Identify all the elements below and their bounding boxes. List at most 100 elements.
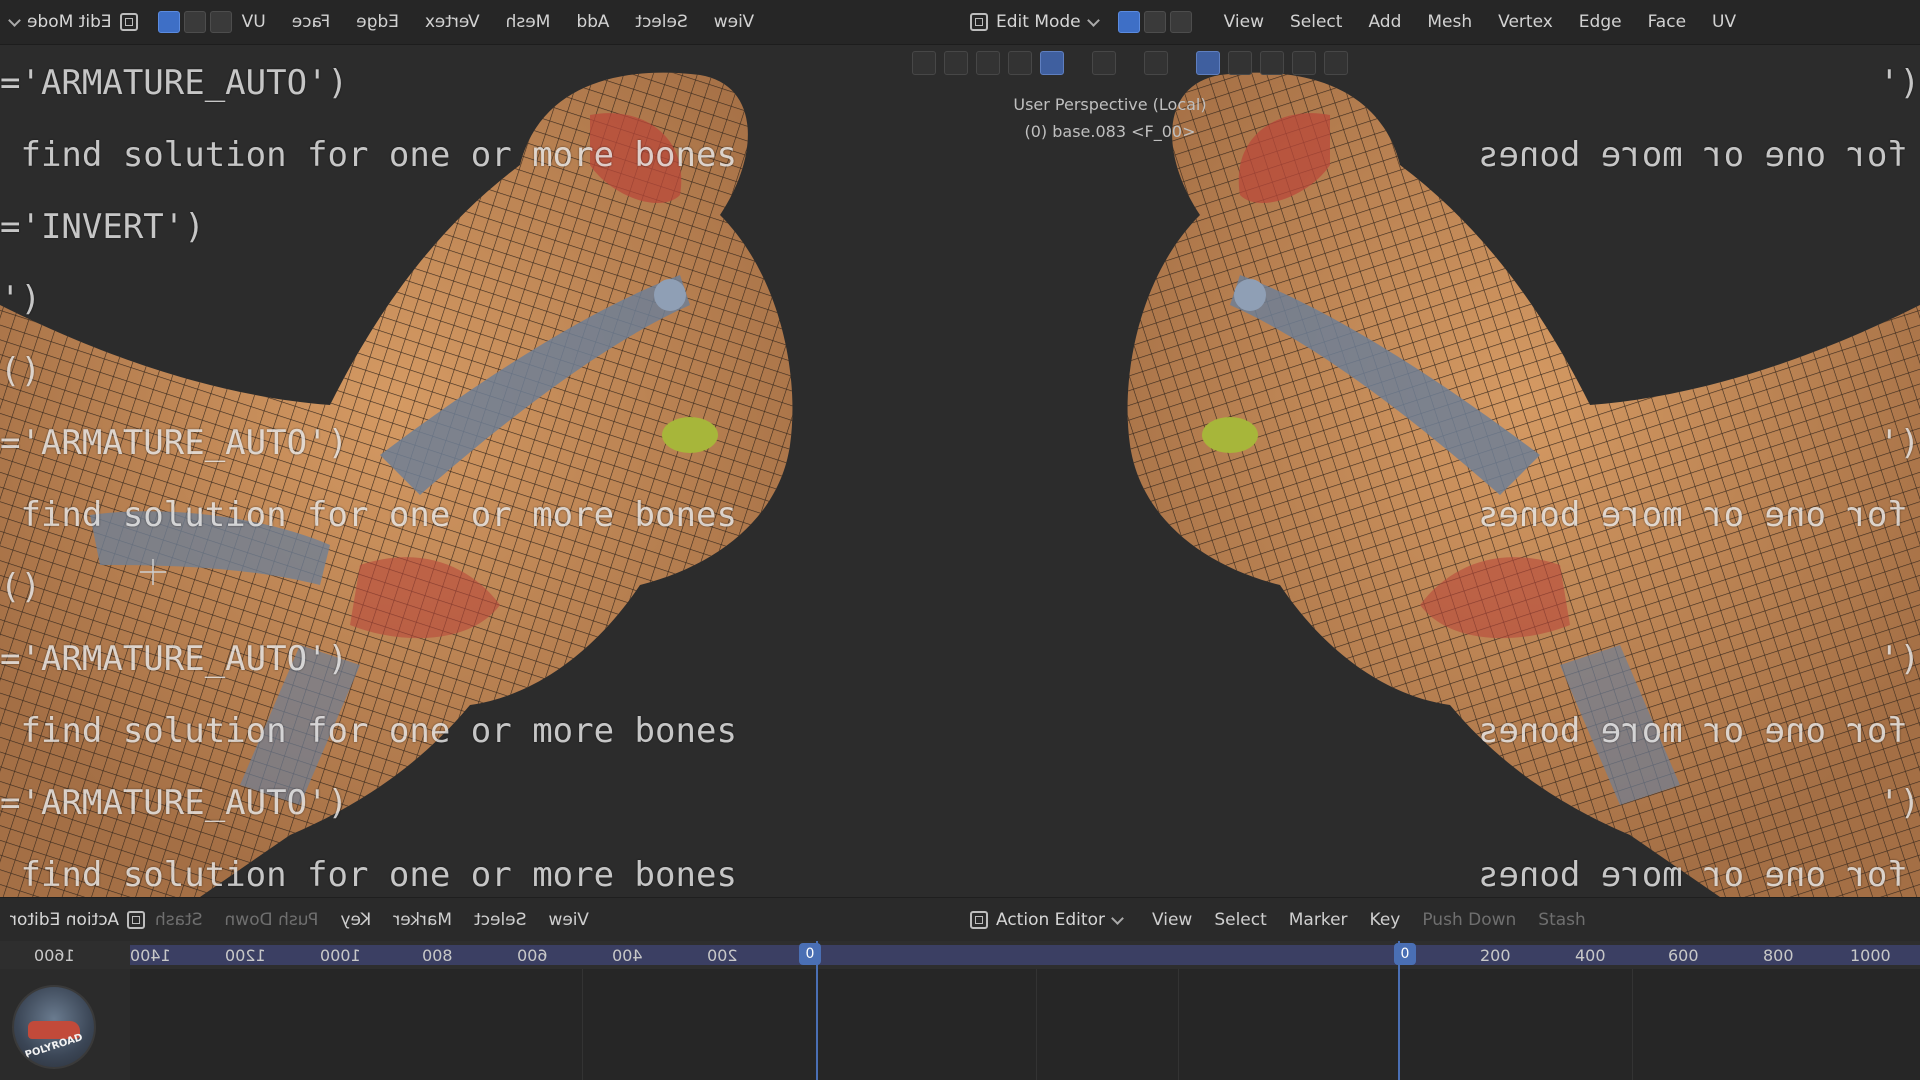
console-line: '): [0, 279, 41, 319]
menu-vertex[interactable]: Vertex: [1498, 12, 1553, 32]
action-editor-dropdown[interactable]: Action Editor: [960, 905, 1132, 935]
menu-mesh[interactable]: Mesh: [1427, 12, 1472, 32]
tl-view[interactable]: View: [1152, 910, 1192, 930]
ruler-tick-mirrored: 200: [707, 946, 738, 965]
ruler-tick: 800: [1763, 946, 1794, 965]
header: Edit Mode View Select Add Mesh Vertex Ed…: [960, 0, 1920, 44]
menu-uv-mirrored[interactable]: UV: [242, 12, 266, 32]
mode-label: Edit Mode: [996, 12, 1081, 32]
select-box-icon[interactable]: [912, 51, 936, 75]
mode-label-mirrored: Edit Mode: [27, 12, 112, 32]
vertex-select-icon[interactable]: [1117, 11, 1140, 33]
ruler-tick-mirrored: 400: [612, 946, 643, 965]
grid-line: [1632, 969, 1633, 1080]
ruler-tick-mirrored: 1200: [225, 946, 266, 965]
cat-mesh-right: [1127, 72, 1920, 897]
edit-mode-icon: [970, 13, 988, 31]
select-subtract-icon[interactable]: [976, 51, 1000, 75]
select-intersect-icon[interactable]: [1040, 51, 1064, 75]
mode-difference-icon[interactable]: [1292, 51, 1316, 75]
console-line: find solution for one or more bones: [0, 711, 737, 751]
timeline-header-right: Action Editor View Select Marker Key Pus…: [960, 898, 1920, 942]
channel-avatar: POLYROAD: [12, 985, 96, 1069]
edge-select-icon[interactable]: [1143, 11, 1166, 33]
tl-stash-mirrored[interactable]: Stash: [155, 910, 203, 930]
console-line: ='INVERT'): [0, 207, 205, 247]
edit-mode-icon: [119, 13, 138, 31]
action-editor-dropdown-mirrored[interactable]: Action Editor: [0, 905, 155, 935]
ruler-tick: 200: [1480, 946, 1511, 965]
vertex-select-icon[interactable]: [209, 11, 232, 33]
next-icon[interactable]: [1144, 51, 1168, 75]
select-invert-icon[interactable]: [1008, 51, 1032, 75]
console-line: (): [0, 567, 41, 607]
action-editor-label: Action Editor: [996, 910, 1105, 930]
ruler-tick-mirrored: 1000: [320, 946, 361, 965]
console-line: (): [0, 351, 41, 391]
menu-mesh-mirrored[interactable]: Mesh: [506, 12, 551, 32]
menu-vertex-mirrored[interactable]: Vertex: [425, 12, 480, 32]
grid-line: [1036, 969, 1037, 1080]
tl-key-mirrored[interactable]: Key: [340, 910, 371, 930]
mode-subtract-icon[interactable]: [1260, 51, 1284, 75]
ruler-strip: [130, 945, 1920, 965]
tl-stash[interactable]: Stash: [1538, 910, 1586, 930]
mode-dropdown[interactable]: Edit Mode: [960, 7, 1108, 37]
dopesheet-area[interactable]: [0, 969, 1920, 1080]
tl-push-down[interactable]: Push Down: [1422, 910, 1516, 930]
menu-face-mirrored[interactable]: Face: [292, 12, 330, 32]
tl-view-mirrored[interactable]: View: [548, 910, 588, 930]
menu-select[interactable]: Select: [1290, 12, 1342, 32]
console-line: find solution for one or more bones: [0, 855, 737, 895]
menu-face[interactable]: Face: [1648, 12, 1686, 32]
action-editor-icon: [126, 911, 145, 929]
face-select-icon[interactable]: [1169, 11, 1192, 33]
select-extend-icon[interactable]: [944, 51, 968, 75]
select-mode-group-mirrored: [148, 11, 242, 33]
console-line: find solution for one or more bones: [0, 495, 737, 535]
viewport-tool-row: [912, 48, 1348, 78]
tl-key[interactable]: Key: [1370, 910, 1401, 930]
menu-edge-mirrored[interactable]: Edge: [356, 12, 399, 32]
viewport-perspective-label: User Perspective (Local): [1013, 95, 1207, 114]
tl-marker-mirrored[interactable]: Marker: [393, 910, 452, 930]
mode-extend-icon[interactable]: [1228, 51, 1252, 75]
grid-line: [1178, 969, 1179, 1080]
ruler-tick-mirrored: 1400: [130, 946, 171, 965]
console-line: find solution for one or more bones: [0, 135, 737, 175]
ruler-tick: 400: [1575, 946, 1606, 965]
ruler-tick: 1000: [1850, 946, 1891, 965]
menu-select-mirrored[interactable]: Select: [635, 12, 687, 32]
mirrored-header: View Select Add Mesh Vertex Edge Face UV…: [0, 0, 960, 44]
console-line-mirrored: (': [1879, 423, 1920, 463]
menu-add[interactable]: Add: [1368, 12, 1401, 32]
edge-select-icon[interactable]: [183, 11, 206, 33]
mode-set-icon[interactable]: [1196, 51, 1220, 75]
tl-select[interactable]: Select: [1214, 910, 1266, 930]
select-mode-group: [1108, 11, 1202, 33]
mode-intersect-icon[interactable]: [1324, 51, 1348, 75]
tl-select-mirrored[interactable]: Select: [474, 910, 526, 930]
ruler-tick: 600: [1668, 946, 1699, 965]
face-select-icon[interactable]: [157, 11, 180, 33]
console-line: ='ARMATURE_AUTO'): [0, 63, 348, 103]
tl-push-down-mirrored[interactable]: Push Down: [224, 910, 318, 930]
timeline-items-mirrored: View Select Marker Key Push Down Stash: [155, 910, 609, 930]
prev-icon[interactable]: [1092, 51, 1116, 75]
grid-line: [582, 969, 583, 1080]
menu-items: View Select Add Mesh Vertex Edge Face UV: [1202, 12, 1736, 32]
action-editor-icon: [970, 911, 988, 929]
tl-marker[interactable]: Marker: [1289, 910, 1348, 930]
menu-view-mirrored[interactable]: View: [714, 12, 754, 32]
playhead-line-mirrored: [816, 941, 818, 1080]
menu-add-mirrored[interactable]: Add: [576, 12, 609, 32]
frame-ruler[interactable]: 1600 1400 1200 1000 800 600 400 200 0 0 …: [0, 941, 1920, 969]
mode-dropdown-mirrored[interactable]: Edit Mode: [0, 7, 148, 37]
menu-items-mirrored: View Select Add Mesh Vertex Edge Face UV: [242, 12, 776, 32]
menu-uv[interactable]: UV: [1712, 12, 1736, 32]
3d-viewport[interactable]: ='ARMATURE_AUTO') find solution for one …: [0, 45, 1920, 897]
menu-edge[interactable]: Edge: [1579, 12, 1622, 32]
console-line-mirrored: for one or more bones: [1478, 135, 1908, 175]
menu-view[interactable]: View: [1224, 12, 1264, 32]
ruler-tick-mirrored: 800: [422, 946, 453, 965]
